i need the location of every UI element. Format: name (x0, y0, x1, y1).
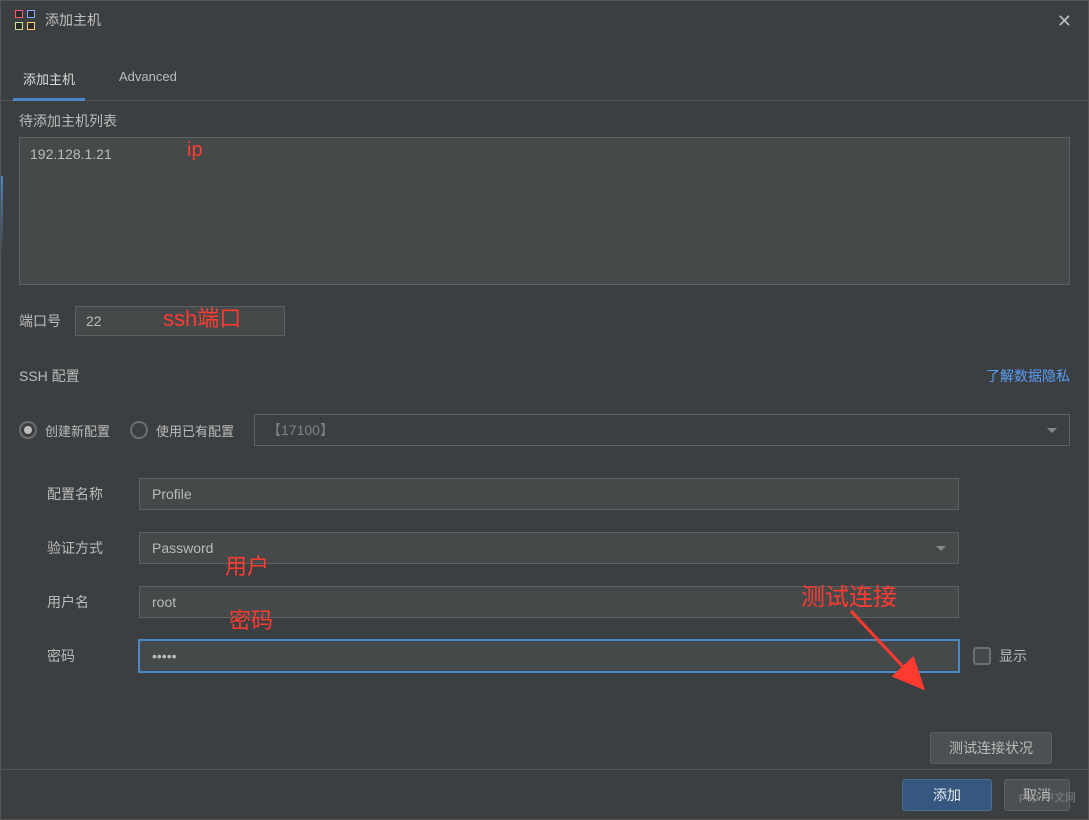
auth-method-select[interactable]: Password (139, 532, 959, 564)
tab-advanced[interactable]: Advanced (115, 59, 181, 100)
privacy-link[interactable]: 了解数据隐私 (986, 366, 1070, 386)
content-area: 待添加主机列表 192.128.1.21 端口号 SSH 配置 了解数据隐私 创… (1, 101, 1088, 816)
radio-icon (130, 421, 148, 439)
left-accent-decoration (1, 176, 3, 256)
existing-config-value: 【17100】 (267, 420, 334, 440)
radio-existing-label: 使用已有配置 (156, 421, 234, 440)
ssh-config-label: SSH 配置 (19, 366, 80, 386)
cancel-button[interactable]: 取消 (1004, 779, 1070, 811)
chevron-down-icon (936, 546, 946, 551)
auth-method-label: 验证方式 (47, 538, 139, 558)
radio-create-new[interactable]: 创建新配置 (19, 421, 110, 440)
port-row: 端口号 (19, 306, 1070, 336)
ssh-config-header: SSH 配置 了解数据隐私 (19, 366, 1070, 386)
profile-name-label: 配置名称 (47, 484, 139, 504)
tab-add-host[interactable]: 添加主机 (19, 59, 79, 100)
username-input[interactable] (139, 586, 959, 618)
ssh-form: 配置名称 验证方式 Password 用户名 密码 (47, 478, 1070, 672)
password-input[interactable] (139, 640, 959, 672)
intellij-icon (15, 10, 35, 30)
test-connection-row: 测试连接状况 (19, 732, 1052, 764)
port-input[interactable] (75, 306, 285, 336)
profile-name-row: 配置名称 (47, 478, 1070, 510)
username-label: 用户名 (47, 592, 139, 612)
password-row: 密码 显示 (47, 640, 1070, 672)
port-label: 端口号 (19, 311, 61, 331)
radio-icon (19, 421, 37, 439)
test-connection-button[interactable]: 测试连接状况 (930, 732, 1052, 764)
radio-create-label: 创建新配置 (45, 421, 110, 440)
show-password-label: 显示 (999, 646, 1027, 666)
window-title: 添加主机 (45, 10, 101, 30)
hostlist-label: 待添加主机列表 (19, 111, 1070, 131)
ssh-config-radio-row: 创建新配置 使用已有配置 【17100】 (19, 414, 1070, 446)
add-host-dialog: 添加主机 ✕ 添加主机 Advanced 待添加主机列表 192.128.1.2… (0, 0, 1089, 820)
titlebar: 添加主机 ✕ (1, 1, 1088, 39)
chevron-down-icon (1047, 428, 1057, 433)
radio-use-existing[interactable]: 使用已有配置 (130, 421, 234, 440)
hostlist-textarea[interactable]: 192.128.1.21 (19, 137, 1070, 285)
add-button[interactable]: 添加 (902, 779, 992, 811)
tabs: 添加主机 Advanced (1, 59, 1088, 101)
show-password-toggle[interactable]: 显示 (973, 646, 1027, 666)
password-label: 密码 (47, 646, 139, 666)
username-row: 用户名 (47, 586, 1070, 618)
auth-method-value: Password (152, 540, 213, 556)
dialog-footer: 添加 取消 (1, 769, 1088, 819)
profile-name-input[interactable] (139, 478, 959, 510)
existing-config-select[interactable]: 【17100】 (254, 414, 1070, 446)
close-icon[interactable]: ✕ (1057, 11, 1072, 32)
auth-method-row: 验证方式 Password (47, 532, 1070, 564)
checkbox-icon (973, 647, 991, 665)
